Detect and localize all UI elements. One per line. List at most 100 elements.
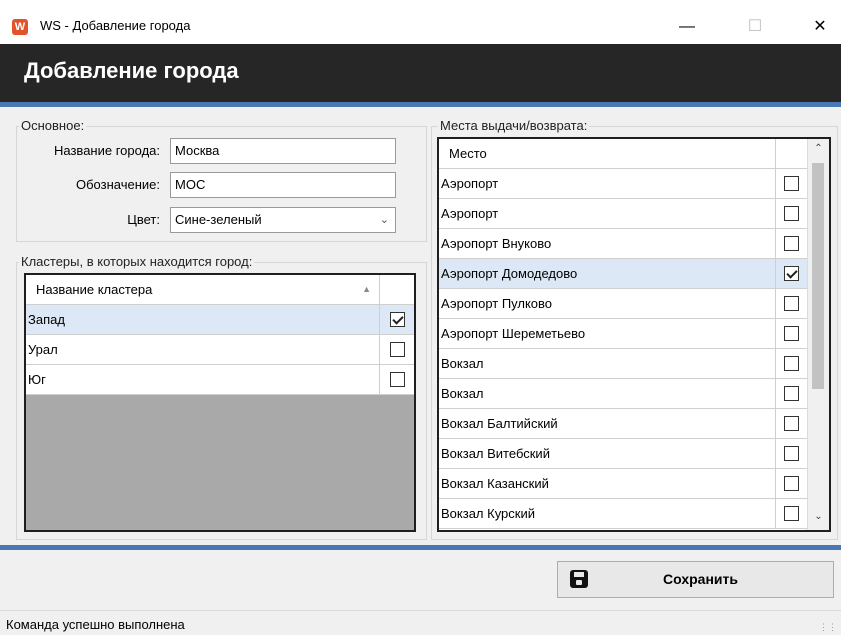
place-row[interactable]: Вокзал xyxy=(439,379,807,409)
resize-grip-icon[interactable]: ⋮⋮ xyxy=(819,622,837,633)
clusters-group-caption: Кластеры, в которых находится город: xyxy=(19,254,255,269)
city-name-input[interactable]: Москва xyxy=(170,138,396,164)
place-row[interactable]: Вокзал xyxy=(439,349,807,379)
cluster-checkbox[interactable] xyxy=(390,312,405,327)
place-check-cell xyxy=(775,289,807,319)
place-name: Аэропорт xyxy=(441,176,499,191)
place-checkbox[interactable] xyxy=(784,296,799,311)
sort-ascending-icon: ▲ xyxy=(362,284,371,294)
place-checkbox[interactable] xyxy=(784,386,799,401)
cluster-check-cell xyxy=(379,335,414,365)
place-name: Вокзал xyxy=(441,386,484,401)
place-check-cell xyxy=(775,349,807,379)
minimize-button[interactable]: — xyxy=(664,12,710,42)
place-row[interactable]: Вокзал Витебский xyxy=(439,439,807,469)
footer-divider xyxy=(0,545,841,550)
place-check-cell xyxy=(775,229,807,259)
place-name: Вокзал xyxy=(441,356,484,371)
place-check-cell xyxy=(775,469,807,499)
place-checkbox[interactable] xyxy=(784,476,799,491)
header-divider xyxy=(0,102,841,107)
status-bar: Команда успешно выполнена ⋮⋮ xyxy=(0,610,841,635)
place-row[interactable]: Вокзал Курский xyxy=(439,499,807,529)
cluster-row[interactable]: Урал xyxy=(26,335,414,365)
place-check-cell xyxy=(775,199,807,229)
app-logo-icon: W xyxy=(12,19,28,35)
place-row[interactable]: Аэропорт xyxy=(439,169,807,199)
status-text: Команда успешно выполнена xyxy=(6,617,185,632)
place-name: Аэропорт Домодедово xyxy=(441,266,578,281)
places-group-caption: Места выдачи/возврата: xyxy=(438,118,590,133)
place-check-cell xyxy=(775,259,807,289)
places-grid-header: Место xyxy=(439,139,807,169)
cluster-name: Урал xyxy=(28,342,58,357)
cluster-check-cell xyxy=(379,365,414,395)
place-name: Вокзал Курский xyxy=(441,506,535,521)
clusters-grid-header: Название кластера ▲ xyxy=(26,275,414,305)
places-scrollbar[interactable]: ⌃ ⌄ xyxy=(807,139,829,530)
place-checkbox[interactable] xyxy=(784,266,799,281)
place-check-cell xyxy=(775,379,807,409)
color-select[interactable]: Сине-зеленый ⌄ xyxy=(170,207,396,233)
place-row[interactable]: Аэропорт Шереметьево xyxy=(439,319,807,349)
cluster-name: Юг xyxy=(28,372,46,387)
place-header-label: Место xyxy=(449,146,487,161)
save-button[interactable]: Сохранить xyxy=(557,561,834,598)
window-title: WS - Добавление города xyxy=(40,18,191,33)
place-row[interactable]: Аэропорт Домодедово xyxy=(439,259,807,289)
place-checkbox[interactable] xyxy=(784,176,799,191)
header-band: Добавление города xyxy=(0,44,841,102)
place-check-cell xyxy=(775,499,807,529)
place-row[interactable]: Вокзал Балтийский xyxy=(439,409,807,439)
clusters-grid[interactable]: Название кластера ▲ Запад Урал Юг xyxy=(24,273,416,532)
save-button-label: Сохранить xyxy=(663,571,738,587)
place-row[interactable]: Аэропорт Внуково xyxy=(439,229,807,259)
cluster-checkbox[interactable] xyxy=(390,372,405,387)
basic-group-caption: Основное: xyxy=(19,118,87,133)
chevron-down-icon: ⌄ xyxy=(379,214,389,226)
scrollbar-thumb[interactable] xyxy=(812,163,824,389)
scroll-down-arrow-icon[interactable]: ⌄ xyxy=(808,511,829,522)
cluster-row[interactable]: Запад xyxy=(26,305,414,335)
place-checkbox[interactable] xyxy=(784,446,799,461)
code-input[interactable]: MOC xyxy=(170,172,396,198)
place-row[interactable]: Аэропорт xyxy=(439,199,807,229)
place-check-cell xyxy=(775,319,807,349)
place-checkbox[interactable] xyxy=(784,506,799,521)
place-column-header[interactable]: Место xyxy=(439,139,775,168)
cluster-row[interactable]: Юг xyxy=(26,365,414,395)
maximize-button[interactable]: ☐ xyxy=(732,12,778,42)
place-name: Вокзал Казанский xyxy=(441,476,549,491)
place-checkbox[interactable] xyxy=(784,206,799,221)
place-checkbox[interactable] xyxy=(784,416,799,431)
place-name: Аэропорт Внуково xyxy=(441,236,552,251)
close-button[interactable]: ✕ xyxy=(797,12,841,42)
cluster-checkbox[interactable] xyxy=(390,342,405,357)
place-name: Вокзал Витебский xyxy=(441,446,550,461)
cluster-check-column-header[interactable] xyxy=(379,275,414,304)
place-check-cell xyxy=(775,439,807,469)
cluster-name: Запад xyxy=(28,312,65,327)
code-label: Обозначение: xyxy=(75,177,160,192)
page-title: Добавление города xyxy=(24,58,239,83)
place-name: Аэропорт xyxy=(441,206,499,221)
city-name-label: Название города: xyxy=(54,143,160,158)
place-checkbox[interactable] xyxy=(784,236,799,251)
cluster-name-header-label: Название кластера xyxy=(36,282,153,297)
place-check-cell xyxy=(775,409,807,439)
place-checkbox[interactable] xyxy=(784,356,799,371)
place-check-column-header[interactable] xyxy=(775,139,807,168)
place-name: Аэропорт Шереметьево xyxy=(441,326,586,341)
place-check-cell xyxy=(775,169,807,199)
place-row[interactable]: Аэропорт Пулково xyxy=(439,289,807,319)
window-titlebar[interactable]: W WS - Добавление города — ☐ ✕ xyxy=(0,0,841,44)
place-name: Вокзал Балтийский xyxy=(441,416,558,431)
place-checkbox[interactable] xyxy=(784,326,799,341)
places-grid[interactable]: Место Аэропорт Аэропорт Аэропорт Внуково Аэ… xyxy=(437,137,831,532)
scroll-up-arrow-icon[interactable]: ⌃ xyxy=(808,143,829,154)
place-name: Аэропорт Пулково xyxy=(441,296,553,311)
place-row[interactable]: Вокзал Казанский xyxy=(439,469,807,499)
cluster-check-cell xyxy=(379,305,414,335)
color-label: Цвет: xyxy=(127,212,160,227)
cluster-name-column-header[interactable]: Название кластера ▲ xyxy=(26,275,379,304)
